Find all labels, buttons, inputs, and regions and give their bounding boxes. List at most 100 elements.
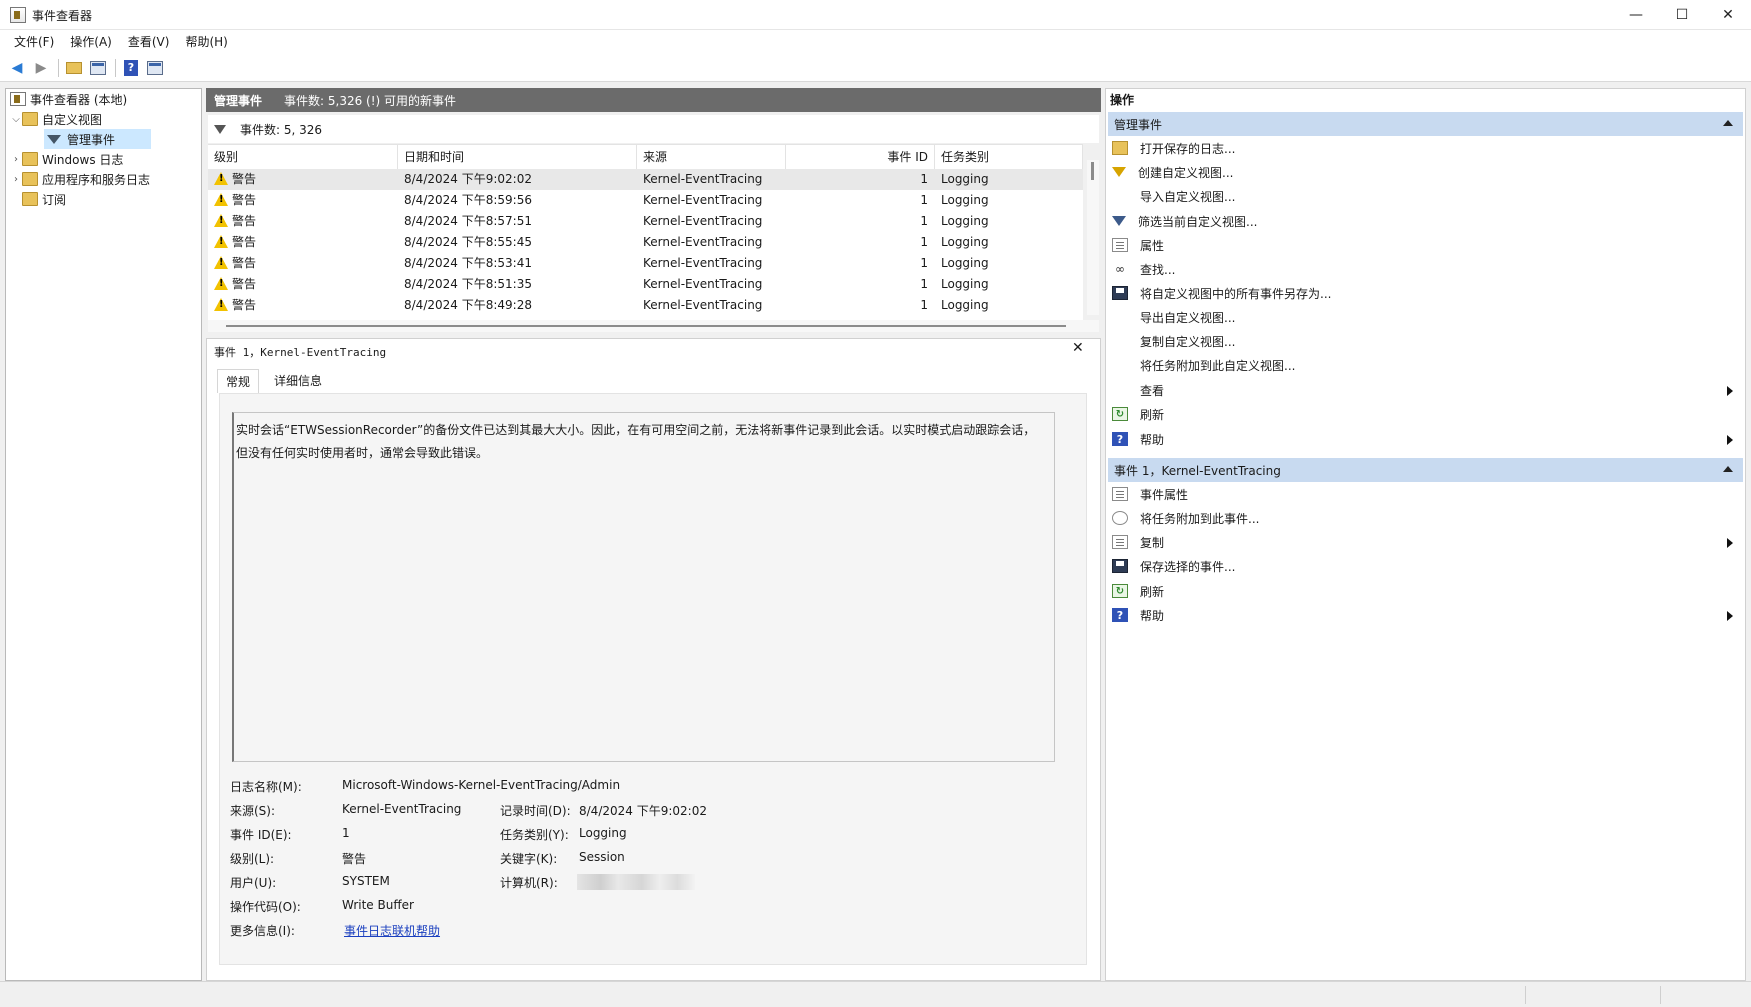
- collapse-caret-icon[interactable]: [1723, 120, 1733, 126]
- tab-general[interactable]: 常规: [217, 369, 260, 393]
- event-list-vertical-scrollbar[interactable]: [1087, 160, 1099, 315]
- action-create-custom-view[interactable]: 创建自定义视图...: [1108, 160, 1743, 184]
- table-row[interactable]: 警告 8/4/2024 下午8:57:51 Kernel-EventTracin…: [208, 211, 1083, 232]
- task-category-value: Logging: [579, 826, 627, 840]
- cell-event-id: 1: [920, 193, 928, 207]
- action-event-properties[interactable]: 事件属性: [1108, 482, 1743, 506]
- table-row[interactable]: 警告 8/4/2024 下午8:55:45 Kernel-EventTracin…: [208, 232, 1083, 253]
- show-action-pane-icon[interactable]: [144, 57, 166, 79]
- logged-label: 记录时间(D):: [500, 804, 571, 818]
- action-import-custom-view[interactable]: 导入自定义视图...: [1108, 184, 1743, 208]
- column-header-level[interactable]: 级别: [208, 145, 398, 169]
- menu-view[interactable]: 查看(V): [120, 30, 178, 54]
- actions-section-event[interactable]: 事件 1，Kernel-EventTracing: [1108, 458, 1743, 482]
- warning-icon: [214, 172, 228, 185]
- action-find[interactable]: ∞ 查找...: [1108, 257, 1743, 281]
- cell-event-id: 1: [920, 214, 928, 228]
- tree-item-app-service-logs[interactable]: › 应用程序和服务日志: [10, 169, 150, 189]
- action-copy[interactable]: 复制: [1108, 530, 1743, 554]
- folder-icon: [22, 172, 38, 186]
- action-label: 事件属性: [1140, 487, 1189, 502]
- tree-item-label: 自定义视图: [42, 112, 103, 127]
- action-attach-task-to-view[interactable]: 将任务附加到此自定义视图...: [1108, 353, 1743, 377]
- tree-item-admin-events[interactable]: 管理事件: [44, 129, 151, 149]
- section-title: 管理事件: [1114, 117, 1163, 132]
- tab-details[interactable]: 详细信息: [266, 369, 330, 393]
- table-row[interactable]: 警告 8/4/2024 下午8:53:41 Kernel-EventTracin…: [208, 253, 1083, 274]
- event-id-value: 1: [342, 826, 350, 840]
- action-export-custom-view[interactable]: 导出自定义视图...: [1108, 305, 1743, 329]
- cell-source: Kernel-EventTracing: [643, 256, 763, 270]
- back-arrow-icon[interactable]: ◀: [6, 57, 28, 79]
- action-save-selected-events[interactable]: 保存选择的事件...: [1108, 554, 1743, 578]
- event-id-label: 事件 ID(E):: [230, 828, 292, 842]
- cell-category: Logging: [941, 214, 989, 228]
- chevron-right-icon[interactable]: ›: [10, 174, 22, 185]
- action-view[interactable]: 查看: [1108, 378, 1743, 402]
- action-label: 创建自定义视图...: [1138, 165, 1234, 180]
- computer-value-redacted: [577, 874, 695, 890]
- status-bar: [0, 981, 1751, 1007]
- column-header-datetime[interactable]: 日期和时间: [398, 145, 637, 169]
- action-label: 导出自定义视图...: [1140, 310, 1236, 325]
- cell-source: Kernel-EventTracing: [643, 172, 763, 186]
- action-copy-custom-view[interactable]: 复制自定义视图...: [1108, 329, 1743, 353]
- chevron-right-icon[interactable]: ›: [10, 154, 22, 165]
- save-disk-icon: [1112, 286, 1128, 300]
- warning-icon: [214, 214, 228, 227]
- action-attach-task-to-event[interactable]: 将任务附加到此事件...: [1108, 506, 1743, 530]
- collapse-caret-icon[interactable]: [1723, 466, 1733, 472]
- status-divider: [1660, 986, 1661, 1004]
- column-header-task-category[interactable]: 任务类别: [935, 145, 1083, 169]
- table-row[interactable]: 警告 8/4/2024 下午8:49:28 Kernel-EventTracin…: [208, 295, 1083, 316]
- event-count-info: 事件数: 5,326 (!) 可用的新事件: [284, 93, 457, 108]
- close-window-button[interactable]: ✕: [1705, 0, 1751, 30]
- create-filter-icon: [1112, 167, 1126, 177]
- close-detail-icon[interactable]: ✕: [1072, 340, 1084, 356]
- tree-root[interactable]: 事件查看器 (本地): [10, 89, 127, 109]
- event-detail-title: 事件 1，Kernel-EventTracing: [214, 346, 387, 359]
- table-row[interactable]: 警告 8/4/2024 下午9:02:02 Kernel-EventTracin…: [208, 169, 1083, 190]
- minimize-button[interactable]: —: [1613, 0, 1659, 30]
- warning-icon: [214, 193, 228, 206]
- menu-action[interactable]: 操作(A): [62, 30, 120, 54]
- opcode-value: Write Buffer: [342, 898, 414, 912]
- maximize-button[interactable]: ☐: [1659, 0, 1705, 30]
- tree-item-windows-logs[interactable]: › Windows 日志: [10, 149, 123, 169]
- cell-level: 警告: [232, 298, 257, 312]
- action-filter-custom-view[interactable]: 筛选当前自定义视图...: [1108, 209, 1743, 233]
- column-header-event-id[interactable]: 事件 ID: [786, 145, 935, 169]
- action-properties[interactable]: 属性: [1108, 233, 1743, 257]
- action-open-saved-log[interactable]: 打开保存的日志...: [1108, 136, 1743, 160]
- column-header-source[interactable]: 来源: [637, 145, 786, 169]
- menu-help[interactable]: 帮助(H): [177, 30, 235, 54]
- forward-arrow-icon[interactable]: ▶: [30, 57, 52, 79]
- user-label: 用户(U):: [230, 876, 277, 890]
- event-list-horizontal-scrollbar[interactable]: [208, 320, 1099, 332]
- folder-up-icon[interactable]: [63, 57, 85, 79]
- show-hide-console-tree-icon[interactable]: [87, 57, 109, 79]
- actions-section-admin-events[interactable]: 管理事件: [1108, 112, 1743, 136]
- folder-icon: [22, 152, 38, 166]
- help-icon[interactable]: ?: [120, 57, 142, 79]
- description-line: 实时会话“ETWSessionRecorder”的备份文件已达到其最大大小。因此…: [236, 423, 1036, 437]
- table-row[interactable]: 警告 8/4/2024 下午8:51:35 Kernel-EventTracin…: [208, 274, 1083, 295]
- action-save-all-events-as[interactable]: 将自定义视图中的所有事件另存为...: [1108, 281, 1743, 305]
- folder-icon: [22, 112, 38, 126]
- action-help[interactable]: ? 帮助: [1108, 427, 1743, 451]
- warning-icon: [214, 277, 228, 290]
- cell-event-id: 1: [920, 298, 928, 312]
- filter-count: 事件数: 5, 326: [240, 122, 323, 137]
- chevron-down-icon[interactable]: ⌵: [10, 114, 22, 125]
- more-info-link[interactable]: 事件日志联机帮助: [344, 922, 440, 939]
- tree-item-subscriptions[interactable]: 订阅: [10, 189, 66, 209]
- action-help-event[interactable]: ? 帮助: [1108, 603, 1743, 627]
- menu-file[interactable]: 文件(F): [6, 30, 62, 54]
- action-refresh-event[interactable]: ↻ 刷新: [1108, 579, 1743, 603]
- tree-item-custom-views[interactable]: ⌵ 自定义视图: [10, 109, 102, 129]
- action-refresh[interactable]: ↻ 刷新: [1108, 402, 1743, 426]
- source-value: Kernel-EventTracing: [342, 802, 462, 816]
- table-row[interactable]: 警告 8/4/2024 下午8:59:56 Kernel-EventTracin…: [208, 190, 1083, 211]
- cell-level: 警告: [232, 277, 257, 291]
- keywords-label: 关键字(K):: [500, 852, 558, 866]
